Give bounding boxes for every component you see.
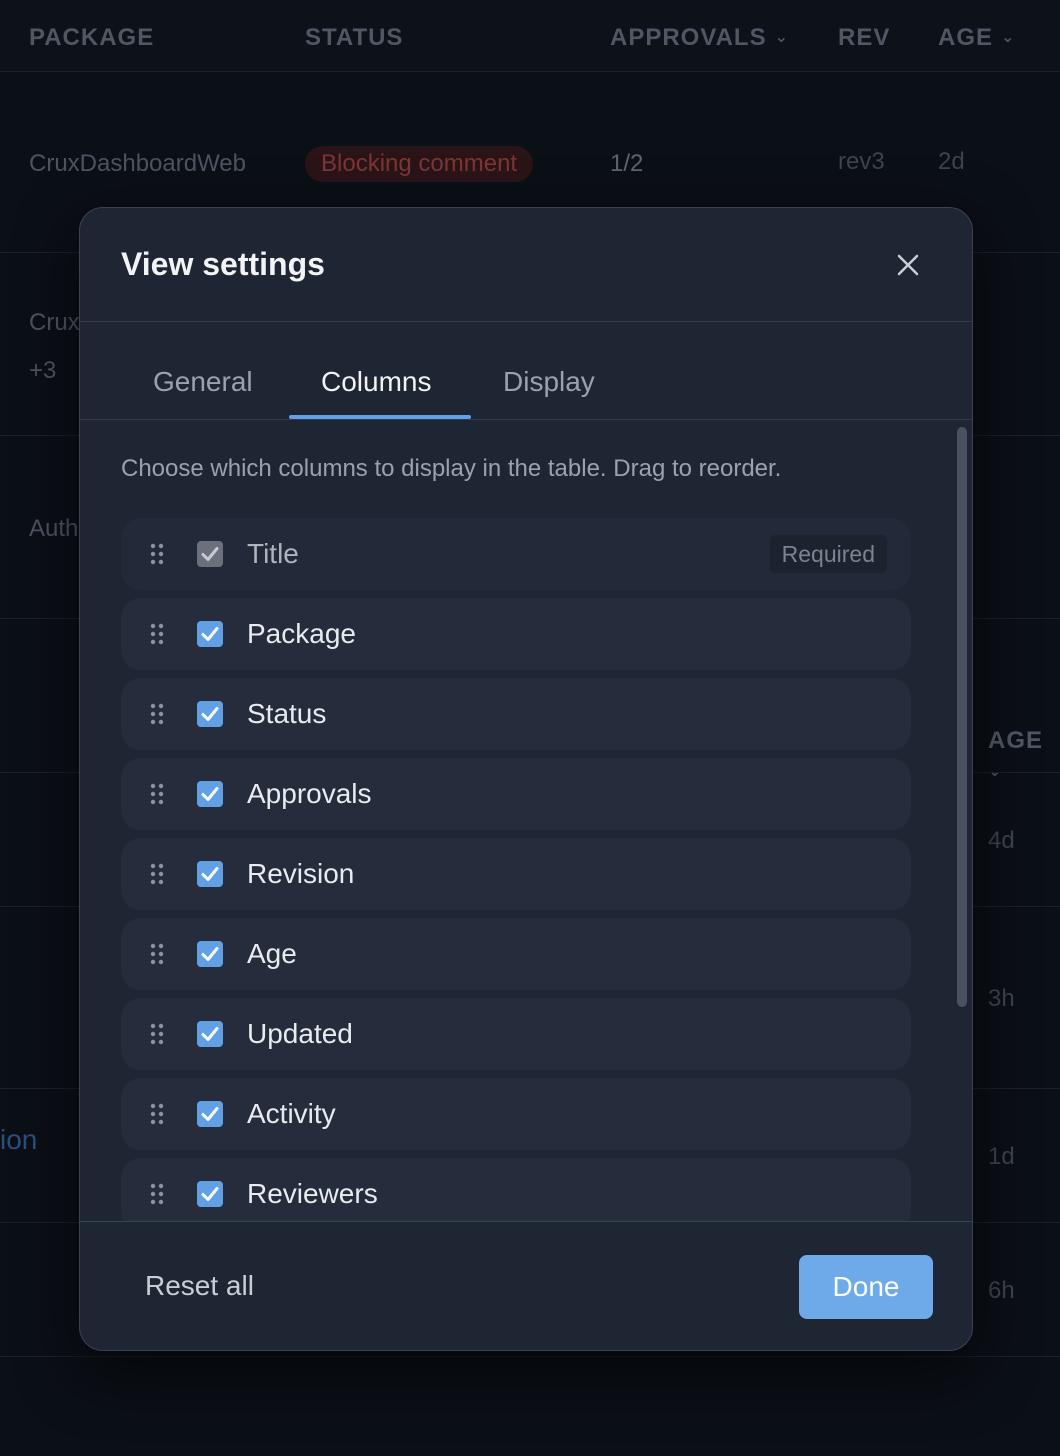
column-label: Updated xyxy=(247,1018,353,1049)
checkmark-icon xyxy=(201,787,219,801)
column-header-approvals[interactable]: APPROVALS ⌄ xyxy=(610,24,789,52)
column-checkbox[interactable] xyxy=(197,941,223,967)
checkmark-icon xyxy=(201,627,219,641)
drag-handle-icon[interactable] xyxy=(150,622,164,646)
column-label: Package xyxy=(247,618,356,649)
drag-handle-icon[interactable] xyxy=(150,942,164,966)
checkmark-icon xyxy=(201,707,219,721)
column-row-status[interactable]: Status xyxy=(121,678,911,750)
columns-description: Choose which columns to display in the t… xyxy=(121,455,782,482)
column-header-age-label: AGE xyxy=(988,727,1044,754)
column-row-approvals[interactable]: Approvals xyxy=(121,758,911,830)
column-header-age-label: AGE xyxy=(938,24,994,51)
done-button[interactable]: Done xyxy=(799,1255,933,1319)
drag-handle-icon[interactable] xyxy=(150,1182,164,1206)
column-header-package[interactable]: PACKAGE xyxy=(29,24,154,52)
scrollbar[interactable] xyxy=(957,427,967,1007)
close-button[interactable] xyxy=(888,245,928,285)
table-header: PACKAGE STATUS APPROVALS ⌄ REV AGE ⌄ xyxy=(0,0,1060,72)
title-link[interactable]: ion xyxy=(0,1124,37,1156)
approvals-cell: 1/2 xyxy=(610,150,644,177)
column-label: Revision xyxy=(247,858,355,889)
column-checkbox[interactable] xyxy=(197,781,223,807)
column-header-approvals-label: APPROVALS xyxy=(610,24,767,51)
age-cell: 1d xyxy=(988,1143,1015,1170)
dialog-header: View settings xyxy=(80,208,972,322)
checkmark-icon xyxy=(201,1107,219,1121)
column-checkbox[interactable] xyxy=(197,621,223,647)
age-cell: 2d xyxy=(938,148,965,175)
column-row-revision[interactable]: Revision xyxy=(121,838,911,910)
columns-panel: Choose which columns to display in the t… xyxy=(80,421,972,1221)
column-header-age[interactable]: AGE ⌄ xyxy=(938,24,1015,52)
checkmark-icon xyxy=(201,1187,219,1201)
checkmark-icon xyxy=(201,1027,219,1041)
column-row-age[interactable]: Age xyxy=(121,918,911,990)
column-header-rev[interactable]: REV xyxy=(838,24,890,52)
tab-general[interactable]: General xyxy=(153,366,253,398)
column-row-activity[interactable]: Activity xyxy=(121,1078,911,1150)
column-header-age[interactable]: AGE ⌄ xyxy=(988,727,1060,783)
drag-handle-icon[interactable] xyxy=(150,862,164,886)
column-list: Title Required Package Status Approvals Revis… xyxy=(121,518,911,1221)
close-icon xyxy=(897,254,919,276)
column-label: Reviewers xyxy=(247,1178,378,1209)
age-cell: 3h xyxy=(988,985,1015,1012)
age-cell: 4d xyxy=(988,827,1015,854)
dialog-footer: Reset all Done xyxy=(80,1221,972,1350)
column-label: Activity xyxy=(247,1098,336,1129)
column-label: Title xyxy=(247,538,299,569)
active-tab-indicator xyxy=(289,415,471,419)
column-row-title[interactable]: Title Required xyxy=(121,518,911,590)
rev-cell: rev3 xyxy=(838,148,885,175)
column-row-reviewers[interactable]: Reviewers xyxy=(121,1158,911,1221)
drag-handle-icon[interactable] xyxy=(150,1022,164,1046)
column-checkbox[interactable] xyxy=(197,1101,223,1127)
drag-handle-icon[interactable] xyxy=(150,542,164,566)
package-cell: CruxDashboardWeb xyxy=(29,150,246,177)
column-header-status[interactable]: STATUS xyxy=(305,24,403,52)
package-cell: Crux xyxy=(29,309,80,336)
column-checkbox[interactable] xyxy=(197,861,223,887)
drag-handle-icon[interactable] xyxy=(150,702,164,726)
drag-handle-icon[interactable] xyxy=(150,782,164,806)
chevron-down-icon: ⌄ xyxy=(774,29,789,46)
column-label: Age xyxy=(247,938,297,969)
tab-columns[interactable]: Columns xyxy=(321,366,431,398)
column-checkbox xyxy=(197,541,223,567)
tab-bar: General Columns Display xyxy=(80,322,972,420)
package-count: +3 xyxy=(29,357,57,384)
row-divider xyxy=(0,1356,1060,1357)
dialog-title: View settings xyxy=(121,246,325,282)
tab-display[interactable]: Display xyxy=(503,366,595,398)
column-row-updated[interactable]: Updated xyxy=(121,998,911,1070)
column-checkbox[interactable] xyxy=(197,1181,223,1207)
column-label: Status xyxy=(247,698,327,729)
view-settings-dialog: View settings General Columns Display Ch… xyxy=(79,207,973,1351)
checkmark-icon xyxy=(201,867,219,881)
checkmark-icon xyxy=(201,547,219,561)
age-cell: 6h xyxy=(988,1277,1015,1304)
drag-handle-icon[interactable] xyxy=(150,1102,164,1126)
column-checkbox[interactable] xyxy=(197,701,223,727)
status-badge: Blocking comment xyxy=(305,146,534,182)
reset-all-button[interactable]: Reset all xyxy=(145,1270,254,1302)
chevron-down-icon: ⌄ xyxy=(1001,29,1016,46)
package-cell: Auth xyxy=(29,515,79,542)
column-label: Approvals xyxy=(247,778,372,809)
column-checkbox[interactable] xyxy=(197,1021,223,1047)
required-badge: Required xyxy=(769,535,887,573)
checkmark-icon xyxy=(201,947,219,961)
column-row-package[interactable]: Package xyxy=(121,598,911,670)
